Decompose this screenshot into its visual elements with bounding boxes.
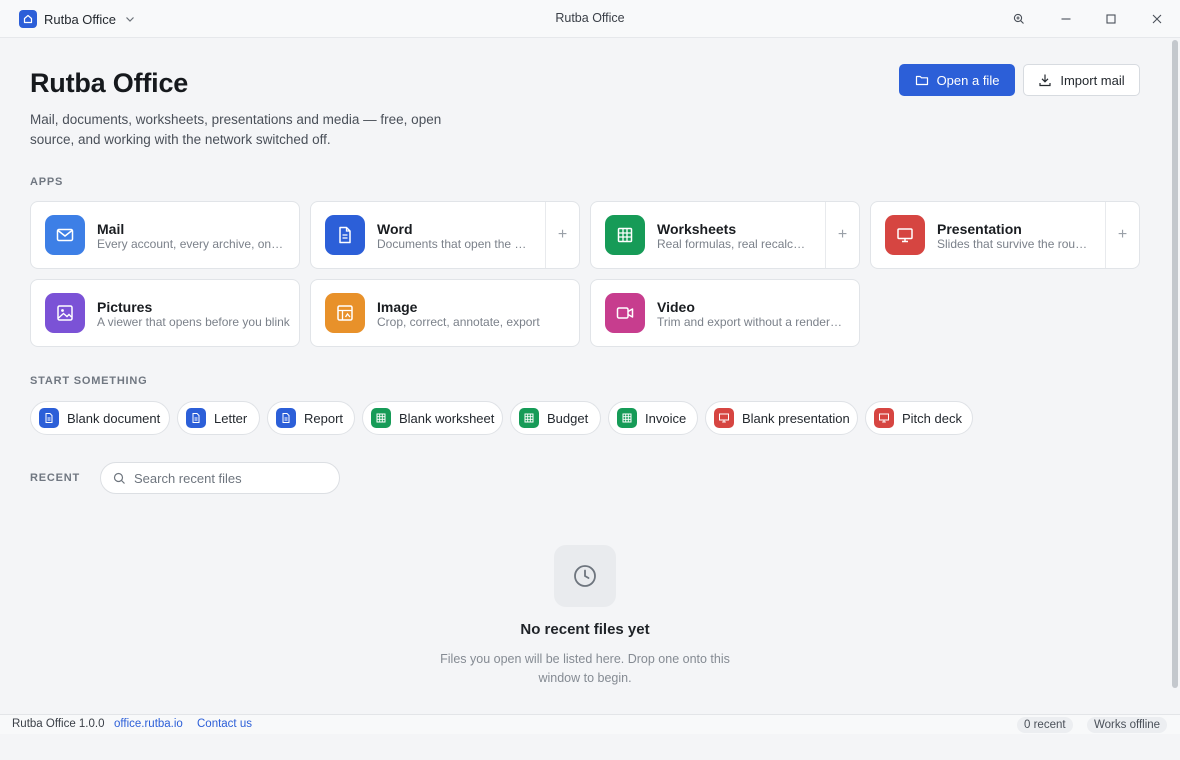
empty-state-title: No recent files yet [520,621,650,638]
template-label: Budget [547,410,589,426]
document-icon [276,408,296,428]
home-icon [19,10,37,28]
new-presentation-button[interactable]: + [1105,202,1139,268]
app-description: Documents that open the same everywhere [377,237,529,251]
app-description: Trim and export without a render farm [657,315,843,329]
minimize-icon [1060,13,1072,25]
app-card-worksheets[interactable]: Worksheets Real formulas, real recalcula… [590,201,860,269]
document-icon [39,408,59,428]
open-file-label: Open a file [936,72,1000,88]
grid-icon [519,408,539,428]
app-name: Presentation [937,221,1022,237]
maximize-button[interactable] [1101,9,1121,29]
plus-icon: + [1117,226,1128,243]
template-invoice[interactable]: Invoice [608,401,698,435]
close-button[interactable] [1147,9,1167,29]
maximize-icon [1105,13,1117,25]
app-card-pictures[interactable]: Pictures A viewer that opens before you … [30,279,300,347]
app-card-presentation[interactable]: Presentation Slides that survive the rou… [870,201,1140,269]
title-bar: Rutba Office Rutba Office [0,0,1180,38]
template-label: Blank worksheet [399,410,495,426]
import-mail-label: Import mail [1060,72,1125,88]
recent-search [100,462,340,494]
presentation-icon [885,215,925,255]
mail-icon [45,215,85,255]
import-mail-button[interactable]: Import mail [1023,64,1140,96]
picture-icon [45,293,85,333]
search-icon [113,472,126,485]
app-card-mail[interactable]: Mail Every account, every archive, one i… [30,201,300,269]
window-title: Rutba Office [555,11,625,25]
zoom-button[interactable] [1009,9,1029,29]
app-description: Every account, every archive, one inbox [97,237,287,251]
plus-icon: + [557,226,568,243]
app-name: Worksheets [657,221,737,237]
minimize-button[interactable] [1056,9,1076,29]
app-description: Crop, correct, annotate, export [377,315,540,329]
page-title: Rutba Office [30,68,189,98]
empty-state-description: Files you open will be listed here. Drop… [440,652,730,685]
apps-section-label: APPS [30,176,64,188]
app-card-word[interactable]: Word Documents that open the same everyw… [310,201,580,269]
offline-badge: Works offline [1087,717,1168,733]
app-description: A viewer that opens before you blink [97,315,290,329]
template-blank-presentation[interactable]: Blank presentation [705,401,858,435]
zoom-in-icon [1013,13,1025,25]
template-blank-worksheet[interactable]: Blank worksheet [362,401,503,435]
template-letter[interactable]: Letter [177,401,260,435]
presentation-icon [874,408,894,428]
plus-icon: + [837,226,848,243]
template-label: Letter [214,410,248,426]
document-icon [186,408,206,428]
version-label: Rutba Office 1.0.0 [12,718,105,730]
app-menu-label: Rutba Office [44,11,117,27]
new-word-button[interactable]: + [545,202,579,268]
presentation-icon [714,408,734,428]
template-label: Report [304,410,344,426]
grid-icon [605,215,645,255]
close-icon [1151,13,1163,25]
app-name: Mail [97,221,125,237]
search-recent-input[interactable] [134,470,324,486]
new-worksheet-button[interactable]: + [825,202,859,268]
template-blank-document[interactable]: Blank document [30,401,170,435]
templates-section-label: START SOMETHING [30,375,148,387]
app-card-video[interactable]: Video Trim and export without a render f… [590,279,860,347]
template-label: Invoice [645,410,687,426]
image-edit-icon [325,293,365,333]
grid-icon [371,408,391,428]
app-description: Slides that survive the round trip [937,237,1089,251]
app-description: Real formulas, real recalculation [657,237,809,251]
contact-link[interactable]: Contact us [197,718,252,730]
open-file-button[interactable]: Open a file [899,64,1015,96]
grid-icon [617,408,637,428]
download-icon [1038,73,1052,87]
template-budget[interactable]: Budget [510,401,601,435]
app-name: Pictures [97,299,153,315]
recent-section-label: RECENT [30,472,81,484]
template-label: Blank document [67,410,161,426]
app-name: Word [377,221,413,237]
website-link[interactable]: office.rutba.io [114,718,183,730]
template-pitch-deck[interactable]: Pitch deck [865,401,973,435]
app-name: Video [657,299,695,315]
video-icon [605,293,645,333]
template-label: Blank presentation [742,410,850,426]
template-report[interactable]: Report [267,401,355,435]
folder-icon [915,73,929,87]
app-name: Image [377,299,418,315]
chevron-down-icon [125,14,135,24]
document-icon [325,215,365,255]
app-menu-button[interactable]: Rutba Office [19,10,135,28]
scrollbar-thumb[interactable] [1172,40,1178,688]
page-subtitle: Mail, documents, worksheets, presentatio… [30,112,442,147]
template-label: Pitch deck [902,410,962,426]
window-bottom [0,734,1180,760]
app-card-image[interactable]: Image Crop, correct, annotate, export [310,279,580,347]
clock-icon [554,545,616,607]
recent-count-badge: 0 recent [1017,717,1073,733]
status-bar: Rutba Office 1.0.0 office.rutba.io Conta… [0,714,1180,734]
